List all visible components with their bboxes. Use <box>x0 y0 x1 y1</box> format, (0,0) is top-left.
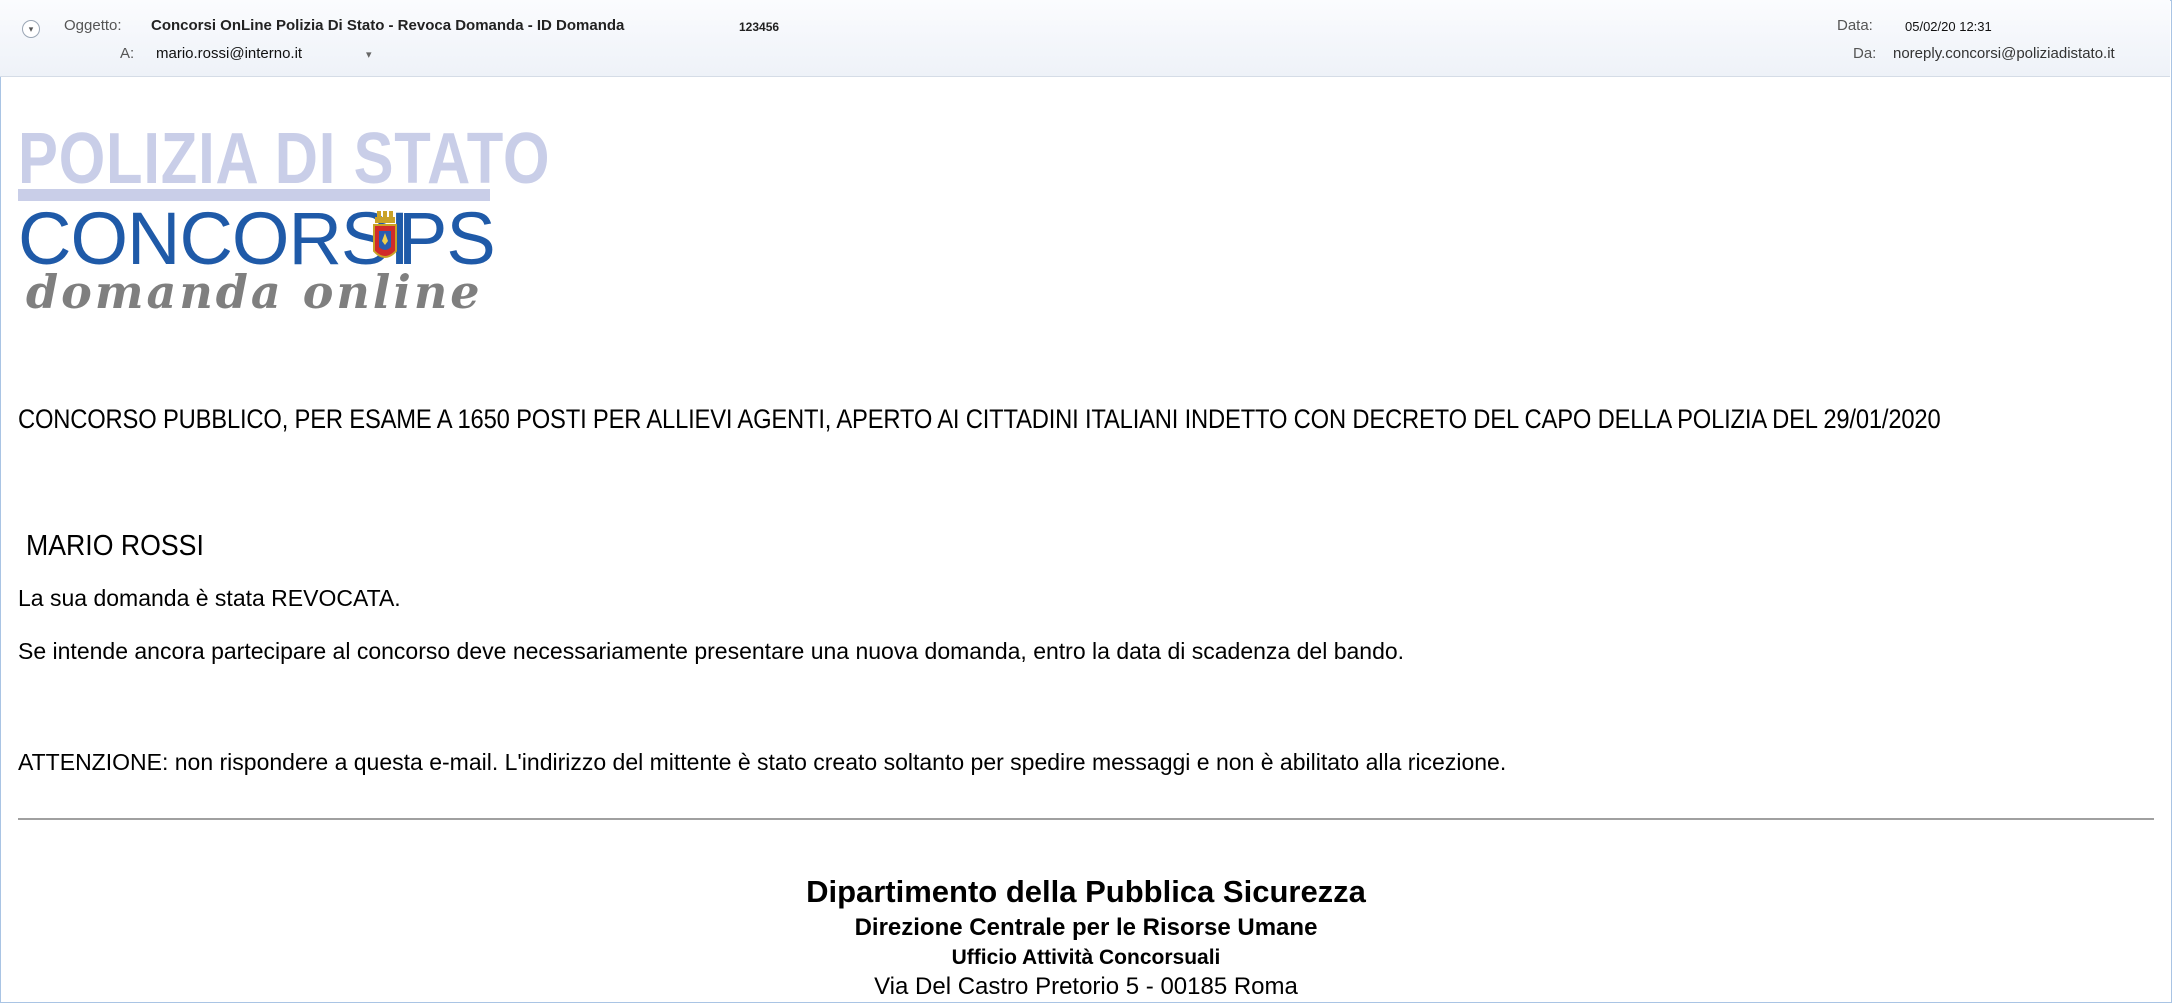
recipient-name: MARIO ROSSI <box>26 530 204 562</box>
from-label: Da: <box>1853 45 1877 62</box>
date-value: 05/02/20 12:31 <box>1905 19 1992 34</box>
footer-address: Via Del Castro Pretorio 5 - 00185 Roma <box>874 973 1298 1000</box>
footer-department: Dipartimento della Pubblica Sicurezza <box>806 874 1366 909</box>
recipients-dropdown-icon[interactable]: ▾ <box>366 48 372 61</box>
police-emblem-icon <box>373 211 397 258</box>
no-reply-warning: ATTENZIONE: non rispondere a questa e-ma… <box>18 749 1507 775</box>
logo-tagline: domanda online <box>26 265 483 319</box>
subject-label: Oggetto: <box>64 17 122 34</box>
new-application-notice: Se intende ancora partecipare al concors… <box>18 638 1405 664</box>
footer-office: Ufficio Attività Concorsuali <box>951 946 1221 969</box>
concorso-title: CONCORSO PUBBLICO, PER ESAME A 1650 POST… <box>18 404 1941 434</box>
revocation-notice: La sua domanda è stata REVOCATA. <box>18 585 401 611</box>
to-recipient[interactable]: mario.rossi@interno.it <box>156 45 302 62</box>
footer-divider <box>18 818 2154 820</box>
collapse-header-button[interactable]: ▾ <box>22 20 40 38</box>
date-label: Data: <box>1837 17 1873 34</box>
email-header: ▾ Oggetto: Concorsi OnLine Polizia Di St… <box>0 0 2170 77</box>
concorsi-ps-logo: POLIZIA DI STATO CONCORSI PS domanda onl… <box>18 117 549 319</box>
subject-value: Concorsi OnLine Polizia Di Stato - Revoc… <box>151 17 625 34</box>
footer-direction: Direzione Centrale per le Risorse Umane <box>854 914 1318 941</box>
subject-id: 123456 <box>739 20 780 34</box>
from-sender[interactable]: noreply.concorsi@poliziadistato.it <box>1893 45 2115 62</box>
footer-signature: Dipartimento della Pubblica Sicurezza Di… <box>0 872 2172 1002</box>
to-label: A: <box>120 45 135 62</box>
